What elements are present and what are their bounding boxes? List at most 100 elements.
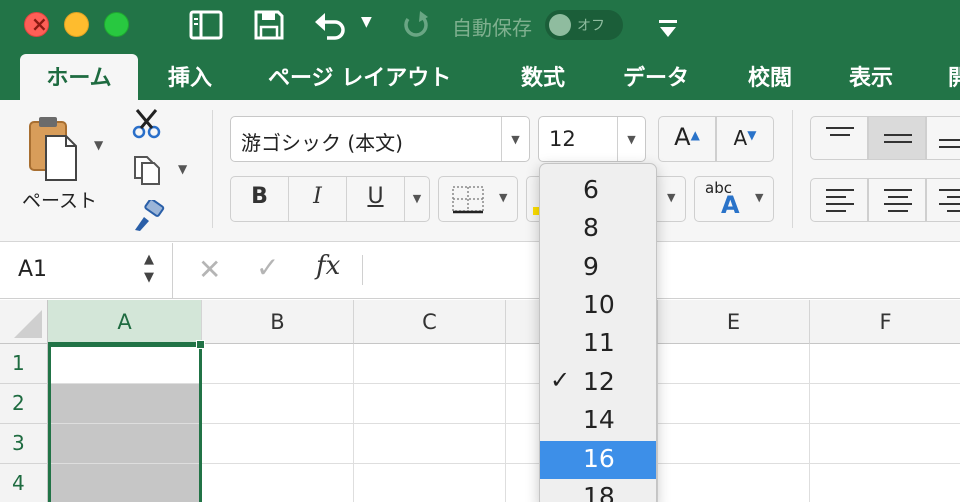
font-name-select[interactable]: 游ゴシック (本文) ▼ xyxy=(230,116,530,162)
italic-button[interactable]: I xyxy=(289,177,347,221)
font-color-chevron[interactable]: ▼ xyxy=(656,176,686,222)
cell-f3[interactable] xyxy=(810,424,960,464)
font-size-option-10[interactable]: 10 xyxy=(540,287,656,325)
align-right-icon xyxy=(939,189,960,217)
title-bar: ▼ 自動保存 オフ xyxy=(0,0,960,50)
undo-icon[interactable] xyxy=(313,9,349,41)
increase-font-size-button[interactable]: A▲ xyxy=(658,116,716,162)
cell-f1[interactable] xyxy=(810,344,960,384)
font-size-option-6[interactable]: 6 xyxy=(540,172,656,210)
name-box-stepper-icon[interactable]: ▲ ▼ xyxy=(144,251,154,287)
cell-b4[interactable] xyxy=(202,464,354,502)
font-name-chevron-icon[interactable]: ▼ xyxy=(501,117,529,161)
underline-button[interactable]: U xyxy=(347,177,405,221)
underline-chevron-icon[interactable]: ▼ xyxy=(405,177,429,221)
insert-function-button[interactable]: fx xyxy=(316,251,340,281)
text-style-group: B I U ▼ xyxy=(230,176,430,222)
font-size-option-11[interactable]: 11 xyxy=(540,325,656,363)
tab-view[interactable]: 表示 xyxy=(849,60,893,92)
align-top-button[interactable] xyxy=(810,116,868,160)
cancel-edit-icon[interactable]: ✕ xyxy=(198,253,221,286)
font-size-option-14[interactable]: 14 xyxy=(540,402,656,440)
tab-formulas[interactable]: 数式 xyxy=(521,60,565,92)
ribbon-separator xyxy=(792,110,793,228)
row-header-4[interactable]: 4 xyxy=(0,464,48,502)
minimize-window-button[interactable] xyxy=(64,12,89,37)
font-size-option-12[interactable]: ✓ 12 xyxy=(540,364,656,402)
cell-e2[interactable] xyxy=(658,384,810,424)
worksheet-grid: A B C D E F 1 2 3 4 xyxy=(0,300,960,502)
name-box[interactable]: A1 xyxy=(18,257,47,282)
arrow-up-icon: ▲ xyxy=(690,128,700,142)
font-size-option-8[interactable]: 8 xyxy=(540,210,656,248)
column-header-e[interactable]: E xyxy=(658,300,810,344)
cell-b3[interactable] xyxy=(202,424,354,464)
cell-e4[interactable] xyxy=(658,464,810,502)
font-size-option-18[interactable]: 18 xyxy=(540,479,656,502)
selection-border xyxy=(48,344,202,502)
toggle-knob xyxy=(549,14,571,36)
autosave-toggle[interactable]: オフ xyxy=(545,10,623,40)
format-painter-icon[interactable] xyxy=(132,200,166,232)
tab-developer[interactable]: 開 xyxy=(948,60,960,92)
wrap-text-button[interactable]: abc A ▼ xyxy=(694,176,774,222)
paste-button-label[interactable]: ペースト xyxy=(22,186,97,213)
borders-button[interactable]: ▼ xyxy=(438,176,518,222)
paste-options-chevron-icon[interactable]: ▼ xyxy=(94,138,103,152)
formula-input-divider xyxy=(362,255,363,285)
row-header-1[interactable]: 1 xyxy=(0,344,48,384)
borders-chevron-icon[interactable]: ▼ xyxy=(499,191,507,204)
tab-home[interactable]: ホーム xyxy=(20,54,138,100)
wrap-text-chevron-icon[interactable]: ▼ xyxy=(755,191,763,204)
close-window-button[interactable] xyxy=(24,12,49,37)
copy-icon[interactable] xyxy=(132,154,162,186)
copy-options-chevron-icon[interactable]: ▼ xyxy=(178,162,187,176)
align-center-button[interactable] xyxy=(868,178,926,222)
align-center-icon xyxy=(884,189,912,217)
font-size-chevron-icon[interactable]: ▼ xyxy=(617,117,645,161)
select-all-corner[interactable] xyxy=(0,300,48,344)
cell-c2[interactable] xyxy=(354,384,506,424)
sidebar-icon[interactable] xyxy=(188,9,224,41)
cut-icon[interactable] xyxy=(130,108,164,140)
align-bottom-button[interactable] xyxy=(926,116,960,160)
font-size-select[interactable]: 12 ▼ xyxy=(538,116,646,162)
bold-button[interactable]: B xyxy=(231,177,289,221)
column-header-b[interactable]: B xyxy=(202,300,354,344)
cell-f4[interactable] xyxy=(810,464,960,502)
tab-review[interactable]: 校閲 xyxy=(748,60,792,92)
cell-c4[interactable] xyxy=(354,464,506,502)
confirm-edit-icon[interactable]: ✓ xyxy=(256,251,279,284)
cell-b1[interactable] xyxy=(202,344,354,384)
cell-e1[interactable] xyxy=(658,344,810,384)
tab-data[interactable]: データ xyxy=(623,60,689,92)
paste-icon[interactable] xyxy=(26,114,80,184)
column-header-f[interactable]: F xyxy=(810,300,960,344)
cell-f2[interactable] xyxy=(810,384,960,424)
column-header-c[interactable]: C xyxy=(354,300,506,344)
customize-toolbar-icon[interactable] xyxy=(656,13,680,45)
align-left-button[interactable] xyxy=(810,178,868,222)
tab-insert[interactable]: 挿入 xyxy=(168,60,212,92)
cell-c1[interactable] xyxy=(354,344,506,384)
font-size-option-label: 18 xyxy=(583,482,615,502)
row-header-2[interactable]: 2 xyxy=(0,384,48,424)
undo-menu-chevron-icon[interactable]: ▼ xyxy=(361,14,372,46)
fill-handle[interactable] xyxy=(196,340,205,349)
tab-page-layout[interactable]: ページ レイアウト xyxy=(268,60,451,92)
increase-font-size-label: A xyxy=(674,123,691,151)
column-header-a[interactable]: A xyxy=(48,300,202,344)
cell-b2[interactable] xyxy=(202,384,354,424)
maximize-window-button[interactable] xyxy=(104,12,129,37)
decrease-font-size-button[interactable]: A▼ xyxy=(716,116,774,162)
align-right-button[interactable] xyxy=(926,178,960,222)
font-size-option-9[interactable]: 9 xyxy=(540,249,656,287)
save-icon[interactable] xyxy=(253,9,285,41)
font-color-chevron-icon[interactable]: ▼ xyxy=(667,191,675,204)
cell-e3[interactable] xyxy=(658,424,810,464)
cell-c3[interactable] xyxy=(354,424,506,464)
align-middle-button[interactable] xyxy=(868,116,926,160)
row-header-3[interactable]: 3 xyxy=(0,424,48,464)
redo-icon[interactable] xyxy=(400,9,432,41)
font-size-option-16[interactable]: 16 xyxy=(540,441,656,479)
